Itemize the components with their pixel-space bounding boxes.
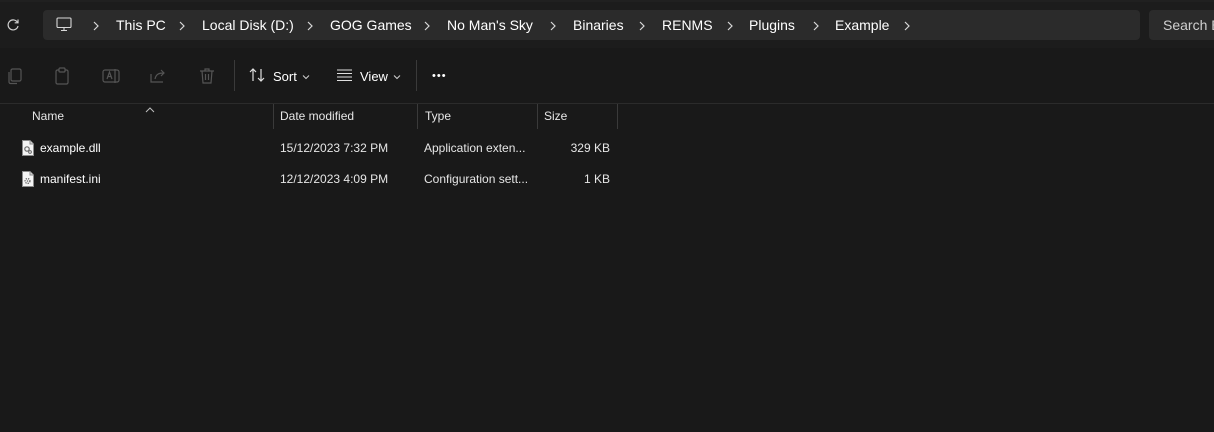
view-button[interactable]: View <box>336 64 401 88</box>
command-bar: Sort View ••• <box>0 48 1214 104</box>
column-header-name[interactable]: Name <box>32 104 64 129</box>
file-name: manifest.ini <box>40 172 101 186</box>
chevron-right-icon[interactable] <box>421 19 433 31</box>
column-header-date[interactable]: Date modified <box>280 104 354 129</box>
chevron-right-icon[interactable] <box>304 19 316 31</box>
ini-file-icon <box>22 171 34 187</box>
file-date-modified: 12/12/2023 4:09 PM <box>280 172 389 186</box>
chevron-right-icon[interactable] <box>90 19 102 31</box>
share-icon[interactable] <box>148 66 168 86</box>
chevron-right-icon[interactable] <box>176 19 188 31</box>
address-bar[interactable]: This PC Local Disk (D:) GOG Games No Man… <box>43 10 1140 40</box>
this-pc-icon[interactable] <box>56 17 72 37</box>
file-size: 1 KB <box>583 172 610 186</box>
column-divider[interactable] <box>273 104 274 129</box>
column-header-size[interactable]: Size <box>544 104 567 129</box>
search-input[interactable]: Search E <box>1149 10 1214 40</box>
sort-icon <box>248 67 266 86</box>
column-divider[interactable] <box>617 104 618 129</box>
delete-icon[interactable] <box>197 66 217 86</box>
more-icon: ••• <box>432 70 447 82</box>
column-divider[interactable] <box>417 104 418 129</box>
refresh-icon[interactable] <box>4 16 22 34</box>
paste-icon[interactable] <box>52 66 72 86</box>
column-header-type[interactable]: Type <box>425 104 451 129</box>
chevron-right-icon[interactable] <box>724 19 736 31</box>
breadcrumb-item-no-mans-sky[interactable]: No Man's Sky <box>447 10 533 40</box>
breadcrumb-item-this-pc[interactable]: This PC <box>116 10 166 40</box>
breadcrumb-item-gog-games[interactable]: GOG Games <box>330 10 412 40</box>
rename-icon[interactable] <box>101 66 121 86</box>
copy-icon[interactable] <box>5 66 25 86</box>
breadcrumb-item-local-disk[interactable]: Local Disk (D:) <box>202 10 294 40</box>
chevron-right-icon[interactable] <box>901 19 913 31</box>
chevron-down-icon <box>302 69 310 84</box>
search-placeholder: Search E <box>1163 17 1214 33</box>
file-type: Application exten... <box>424 141 526 155</box>
chevron-down-icon <box>393 69 401 84</box>
breadcrumb-item-example[interactable]: Example <box>835 10 889 40</box>
chevron-right-icon[interactable] <box>810 19 822 31</box>
toolbar-divider <box>416 60 417 91</box>
sort-label: Sort <box>273 68 297 84</box>
breadcrumb-item-binaries[interactable]: Binaries <box>573 10 624 40</box>
file-size: 329 KB <box>570 141 610 155</box>
file-date-modified: 15/12/2023 7:32 PM <box>280 141 389 155</box>
file-row[interactable]: example.dll 15/12/2023 7:32 PM Applicati… <box>14 134 618 162</box>
file-name: example.dll <box>40 141 101 155</box>
more-options-button[interactable]: ••• <box>432 64 447 88</box>
chevron-right-icon[interactable] <box>547 19 559 31</box>
file-type: Configuration sett... <box>424 172 529 186</box>
breadcrumb-item-plugins[interactable]: Plugins <box>749 10 795 40</box>
address-row: This PC Local Disk (D:) GOG Games No Man… <box>0 2 1214 48</box>
sort-button[interactable]: Sort <box>248 64 310 88</box>
file-row[interactable]: manifest.ini 12/12/2023 4:09 PM Configur… <box>14 165 618 193</box>
breadcrumb-item-renms[interactable]: RENMS <box>662 10 713 40</box>
toolbar-divider <box>234 60 235 91</box>
view-list-icon <box>336 68 353 85</box>
column-divider[interactable] <box>537 104 538 129</box>
sort-ascending-icon <box>145 100 155 118</box>
chevron-right-icon[interactable] <box>636 19 648 31</box>
dll-file-icon <box>22 140 34 156</box>
view-label: View <box>360 68 388 84</box>
